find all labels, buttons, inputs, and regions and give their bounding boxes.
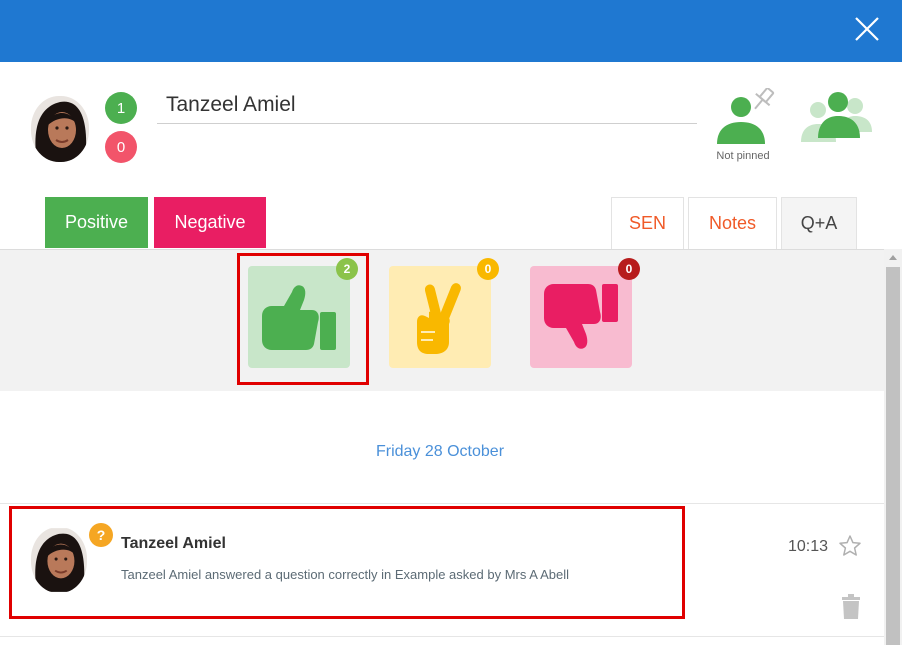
thumbs-down-count: 0 [618,258,640,280]
tab-qa[interactable]: Q+A [781,197,857,249]
behaviour-icon-panel: 2 0 0 [0,249,884,391]
feed-item-time: 10:13 [788,538,829,555]
close-icon[interactable] [852,14,882,44]
scrollbar[interactable] [884,249,902,645]
header-bar [0,0,902,62]
scrollbar-thumb[interactable] [886,267,900,645]
crossed-fingers-tile[interactable]: 0 [389,258,499,368]
feed-item-highlight [9,506,685,619]
crossed-fingers-count: 0 [477,258,499,280]
group-icon[interactable] [798,88,874,146]
negative-count-badge: 0 [105,131,137,163]
student-name-field[interactable] [157,86,697,124]
tab-notes[interactable]: Notes [688,197,777,249]
positive-count-badge: 1 [105,92,137,124]
star-icon[interactable] [838,534,862,558]
thumbs-up-highlight [237,253,369,385]
pin-student-icon [717,87,775,144]
tab-positive[interactable]: Positive [45,197,148,248]
feed-date-heading: Friday 28 October [375,443,505,460]
pin-button[interactable]: Not pinned [708,87,778,164]
thumbs-down-icon [544,284,618,349]
trash-icon[interactable] [840,594,862,620]
student-avatar [31,96,89,162]
tab-sen[interactable]: SEN [611,197,684,249]
scroll-up-arrow-icon[interactable] [884,249,902,267]
pin-status-label: Not pinned [716,150,770,162]
crossed-fingers-icon [417,283,461,354]
tab-negative[interactable]: Negative [154,197,266,248]
thumbs-down-tile[interactable]: 0 [530,258,640,368]
